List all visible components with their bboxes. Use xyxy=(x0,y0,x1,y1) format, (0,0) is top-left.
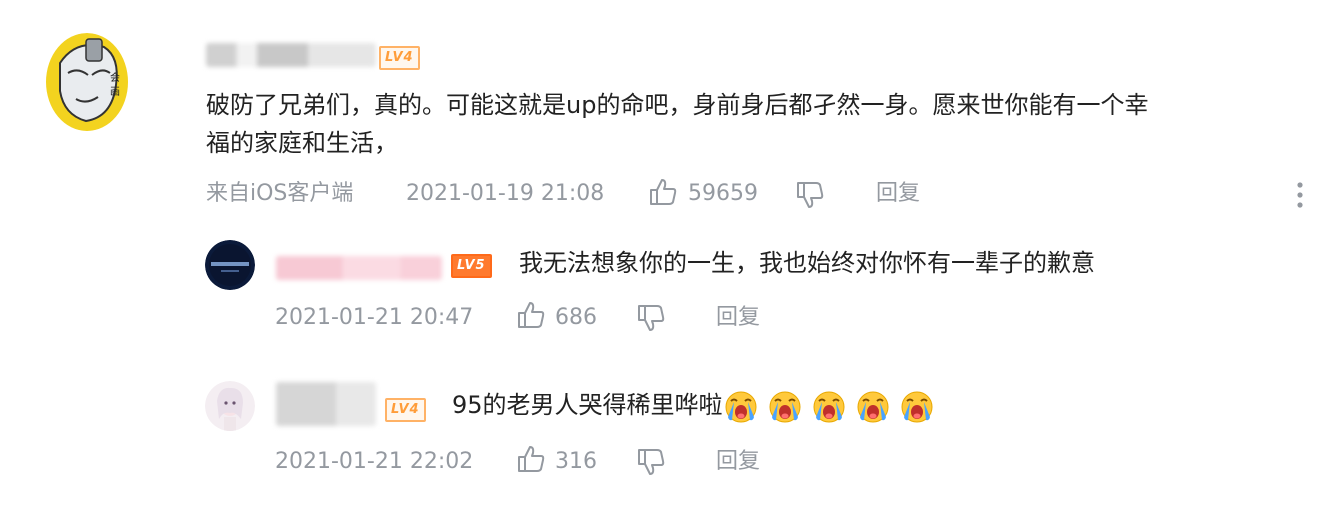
username[interactable] xyxy=(206,43,376,67)
timestamp: 2021-01-21 20:47 xyxy=(275,305,474,330)
like-icon[interactable] xyxy=(516,300,546,330)
emoji-row xyxy=(723,391,943,423)
like-count: 316 xyxy=(555,449,597,474)
reply-button[interactable]: 回复 xyxy=(716,447,760,477)
client-source: 来自iOS客户端 xyxy=(206,181,354,206)
svg-text:画: 画 xyxy=(110,87,120,98)
avatar[interactable] xyxy=(205,240,255,290)
level-badge: LV4 xyxy=(385,398,426,422)
dislike-icon[interactable] xyxy=(636,447,666,477)
like-count: 59659 xyxy=(688,181,758,206)
svg-text:会: 会 xyxy=(110,71,120,84)
like-icon[interactable] xyxy=(648,177,678,207)
crying-emoji-icon xyxy=(767,388,803,424)
crying-emoji-icon xyxy=(811,388,847,424)
username[interactable] xyxy=(276,382,376,426)
reply-text: 我无法想象你的一生，我也始终对你怀有一辈子的歉意 xyxy=(519,249,1095,277)
avatar[interactable] xyxy=(205,381,255,431)
timestamp: 2021-01-19 21:08 xyxy=(406,181,605,206)
avatar[interactable]: 会 画 xyxy=(46,33,128,131)
level-badge: LV5 xyxy=(451,254,492,278)
like-icon[interactable] xyxy=(516,444,546,474)
more-options-icon[interactable] xyxy=(1294,180,1306,210)
reply-text: 95的老男人哭得稀里哗啦 xyxy=(452,391,723,419)
level-badge: LV4 xyxy=(379,46,420,70)
timestamp: 2021-01-21 22:02 xyxy=(275,449,474,474)
crying-emoji-icon xyxy=(723,388,759,424)
like-count: 686 xyxy=(555,305,597,330)
dislike-icon[interactable] xyxy=(795,180,825,210)
comment-text-continued: 福的家庭和生活， xyxy=(206,129,398,157)
dislike-icon[interactable] xyxy=(636,303,666,333)
reply-button[interactable]: 回复 xyxy=(716,303,760,333)
username[interactable] xyxy=(276,256,442,280)
reply-text-row: 95的老男人哭得稀里哗啦 xyxy=(452,386,943,424)
comment-text: 破防了兄弟们，真的。可能这就是up的命吧，身前身后都孑然一身。愿来世你能有一个幸 xyxy=(206,91,1149,119)
reply-button[interactable]: 回复 xyxy=(876,179,920,209)
crying-emoji-icon xyxy=(855,388,891,424)
crying-emoji-icon xyxy=(899,388,935,424)
